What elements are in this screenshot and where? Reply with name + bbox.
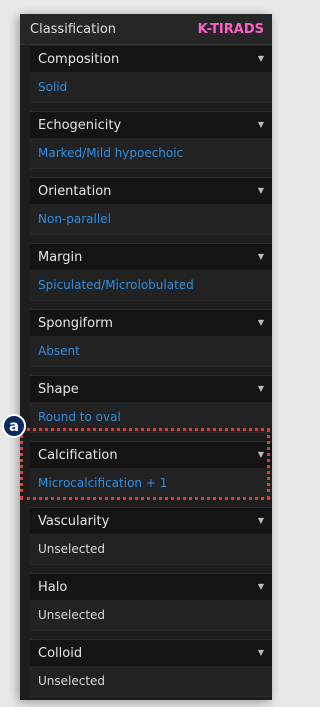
classification-panel: Classification K-TIRADS Composition ▼ So…: [20, 14, 272, 700]
caret-down-icon: ▼: [257, 318, 264, 327]
dropdown-shape[interactable]: Shape ▼: [30, 375, 272, 402]
selected-value: Round to oval: [30, 402, 272, 433]
dropdown-halo[interactable]: Halo ▼: [30, 573, 272, 600]
dropdown-vascularity[interactable]: Vascularity ▼: [30, 507, 272, 534]
caret-down-icon: ▼: [257, 516, 264, 525]
selected-value: Solid: [30, 72, 272, 103]
section-label: Halo: [38, 579, 68, 595]
section-label: Echogenicity: [38, 117, 122, 133]
section-spongiform: Spongiform ▼ Absent: [30, 309, 272, 367]
section-label: Orientation: [38, 183, 112, 199]
selected-value: Non-parallel: [30, 204, 272, 235]
section-margin: Margin ▼ Spiculated/Microlobulated: [30, 243, 272, 301]
selected-value: Spiculated/Microlobulated: [30, 270, 272, 301]
section-label: Composition: [38, 51, 120, 67]
selected-value: Unselected: [30, 534, 272, 565]
dropdown-calcification[interactable]: Calcification ▼: [30, 441, 272, 468]
caret-down-icon: ▼: [257, 582, 264, 591]
section-calcification: Calcification ▼ Microcalcification + 1: [30, 441, 272, 499]
section-label: Spongiform: [38, 315, 113, 331]
section-orientation: Orientation ▼ Non-parallel: [30, 177, 272, 235]
dropdown-colloid[interactable]: Colloid ▼: [30, 639, 272, 666]
section-label: Margin: [38, 249, 83, 265]
caret-down-icon: ▼: [257, 54, 264, 63]
caret-down-icon: ▼: [257, 120, 264, 129]
selected-value: Microcalcification + 1: [30, 468, 272, 499]
classification-system-label[interactable]: K-TIRADS: [198, 22, 264, 37]
section-label: Colloid: [38, 645, 83, 661]
panel-header: Classification K-TIRADS: [20, 14, 272, 45]
selected-value: Marked/Mild hypoechoic: [30, 138, 272, 169]
panel-title: Classification: [30, 21, 117, 37]
caret-down-icon: ▼: [257, 648, 264, 657]
caret-down-icon: ▼: [257, 450, 264, 459]
section-label: Calcification: [38, 447, 118, 463]
dropdown-margin[interactable]: Margin ▼: [30, 243, 272, 270]
section-vascularity: Vascularity ▼ Unselected: [30, 507, 272, 565]
caret-down-icon: ▼: [257, 384, 264, 393]
dropdown-composition[interactable]: Composition ▼: [30, 45, 272, 72]
section-label: Vascularity: [38, 513, 110, 529]
dropdown-spongiform[interactable]: Spongiform ▼: [30, 309, 272, 336]
caret-down-icon: ▼: [257, 186, 264, 195]
section-label: Shape: [38, 381, 79, 397]
dropdown-orientation[interactable]: Orientation ▼: [30, 177, 272, 204]
section-halo: Halo ▼ Unselected: [30, 573, 272, 631]
dropdown-echogenicity[interactable]: Echogenicity ▼: [30, 111, 272, 138]
caret-down-icon: ▼: [257, 252, 264, 261]
section-echogenicity: Echogenicity ▼ Marked/Mild hypoechoic: [30, 111, 272, 169]
annotation-badge: a: [2, 414, 26, 438]
selected-value: Absent: [30, 336, 272, 367]
selected-value: Unselected: [30, 666, 272, 697]
selected-value: Unselected: [30, 600, 272, 631]
section-colloid: Colloid ▼ Unselected: [30, 639, 272, 697]
section-shape: Shape ▼ Round to oval: [30, 375, 272, 433]
section-composition: Composition ▼ Solid: [30, 45, 272, 103]
section-list: Composition ▼ Solid Echogenicity ▼ Marke…: [20, 45, 272, 697]
